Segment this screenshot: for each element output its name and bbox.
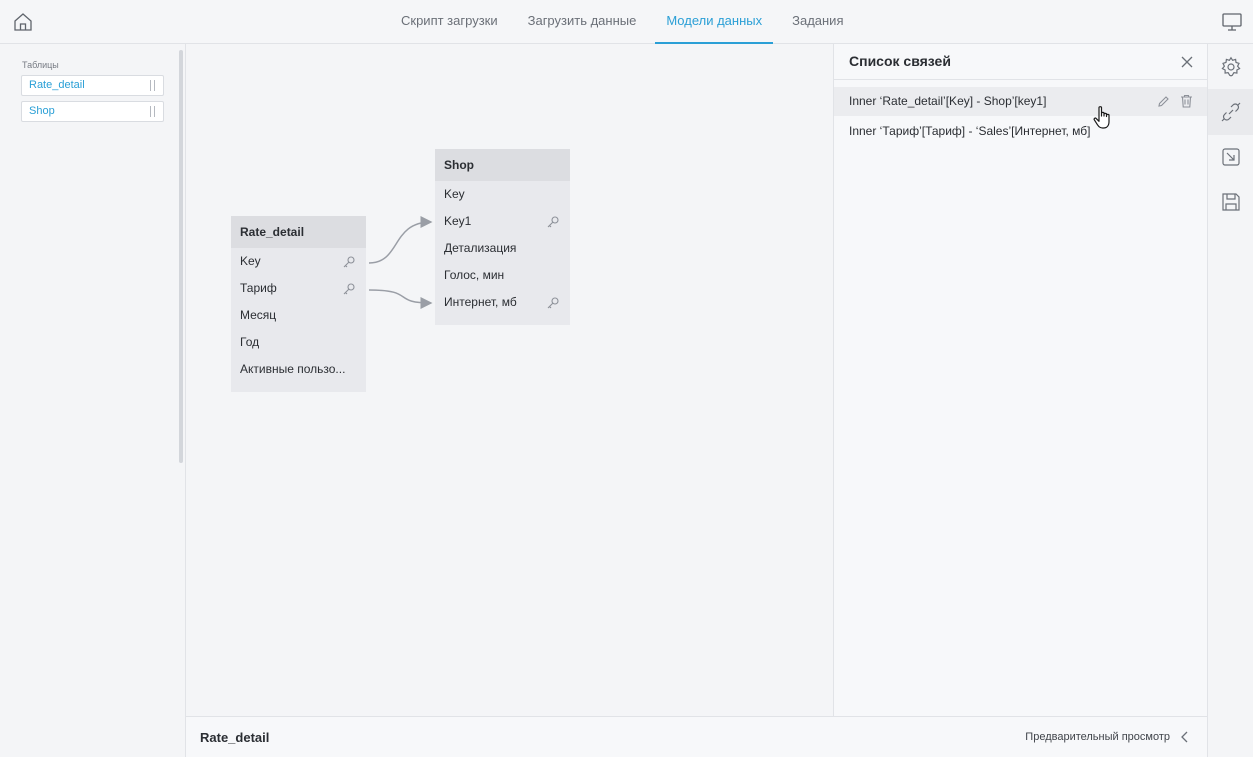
gear-icon [1221, 56, 1241, 77]
footer-table-name: Rate_detail [200, 730, 270, 745]
drag-handle-icon[interactable] [150, 106, 155, 117]
links-button[interactable] [1208, 89, 1253, 135]
divider [834, 79, 1208, 80]
main-tabs: Скрипт загрузки Загрузить данные Модели … [390, 0, 863, 44]
link-item[interactable]: Inner ‘Тариф’[Тариф] - ‘Sales’[Интернет,… [834, 117, 1208, 146]
entity-field[interactable]: Тариф [231, 275, 366, 302]
entity-field[interactable]: Key1 [435, 208, 570, 235]
link-item[interactable]: Inner ‘Rate_detail’[Key] - Shop’[key1] [834, 87, 1208, 116]
field-label: Активные пользо... [240, 362, 346, 376]
sidebar-table-label: Rate_detail [29, 79, 85, 91]
field-label: Тариф [240, 281, 277, 295]
tab-data-models[interactable]: Модели данных [655, 0, 774, 44]
sidebar-table-shop[interactable]: Shop [21, 101, 164, 122]
drag-handle-icon[interactable] [150, 80, 155, 91]
field-label: Интернет, мб [444, 295, 517, 309]
field-label: Key1 [444, 214, 472, 228]
sidebar-table-rate-detail[interactable]: Rate_detail [21, 75, 164, 96]
field-label: Месяц [240, 308, 277, 322]
hand-cursor-icon [1093, 106, 1110, 129]
field-label: Детализация [444, 241, 517, 255]
key-icon [343, 283, 355, 295]
links-panel-title: Список связей [849, 53, 951, 69]
entity-field[interactable]: Интернет, мб [435, 289, 570, 316]
settings-button[interactable] [1208, 44, 1253, 90]
entity-field[interactable]: Год [231, 329, 366, 356]
entity-rate-detail[interactable]: Rate_detail Key Тариф Месяц Год Активные… [231, 216, 366, 392]
model-canvas[interactable]: Rate_detail Key Тариф Месяц Год Активные… [186, 44, 833, 716]
close-icon[interactable] [1181, 55, 1193, 68]
link-text: Inner ‘Rate_detail’[Key] - Shop’[key1] [849, 94, 1047, 108]
relation-line [368, 289, 433, 309]
key-icon [547, 216, 559, 228]
sidebar-title: Таблицы [22, 60, 59, 70]
preview-toggle[interactable]: Предварительный просмотр [1025, 731, 1170, 743]
field-label: Голос, мин [444, 268, 505, 282]
link-icon [1221, 102, 1241, 122]
import-icon [1222, 148, 1240, 166]
key-icon [547, 297, 559, 309]
tab-tasks[interactable]: Задания [781, 0, 854, 44]
field-label: Год [240, 335, 260, 349]
save-icon [1222, 193, 1240, 211]
key-icon [343, 256, 355, 268]
sidebar-table-label: Shop [29, 105, 55, 117]
field-label: Key [444, 187, 465, 201]
entity-shop[interactable]: Shop Key Key1 Детализация Голос, мин Инт… [435, 149, 570, 325]
import-button[interactable] [1208, 134, 1253, 180]
right-toolbar [1207, 44, 1253, 757]
chevron-left-icon[interactable] [1180, 731, 1190, 743]
preview-footer: Rate_detail Предварительный просмотр [186, 716, 1207, 757]
entity-field[interactable]: Голос, мин [435, 262, 570, 289]
field-label: Key [240, 254, 261, 268]
monitor-icon[interactable] [1221, 11, 1243, 33]
tab-load-script[interactable]: Скрипт загрузки [390, 0, 509, 44]
tables-sidebar: Таблицы Rate_detail Shop [0, 44, 186, 757]
trash-icon[interactable] [1180, 94, 1193, 108]
relation-line [368, 216, 433, 264]
tab-load-data[interactable]: Загрузить данные [517, 0, 648, 44]
entity-title: Shop [435, 149, 570, 181]
entity-field[interactable]: Детализация [435, 235, 570, 262]
entity-field[interactable]: Key [435, 181, 570, 208]
top-bar: Скрипт загрузки Загрузить данные Модели … [0, 0, 1253, 44]
save-button[interactable] [1208, 179, 1253, 225]
entity-field[interactable]: Активные пользо... [231, 356, 366, 383]
links-panel: Список связей Inner ‘Rate_detail’[Key] -… [833, 44, 1208, 716]
link-text: Inner ‘Тариф’[Тариф] - ‘Sales’[Интернет,… [849, 124, 1091, 138]
pencil-icon[interactable] [1157, 95, 1170, 108]
sidebar-scrollbar[interactable] [179, 50, 183, 463]
home-icon[interactable] [12, 11, 34, 33]
entity-title: Rate_detail [231, 216, 366, 248]
entity-field[interactable]: Месяц [231, 302, 366, 329]
entity-field[interactable]: Key [231, 248, 366, 275]
